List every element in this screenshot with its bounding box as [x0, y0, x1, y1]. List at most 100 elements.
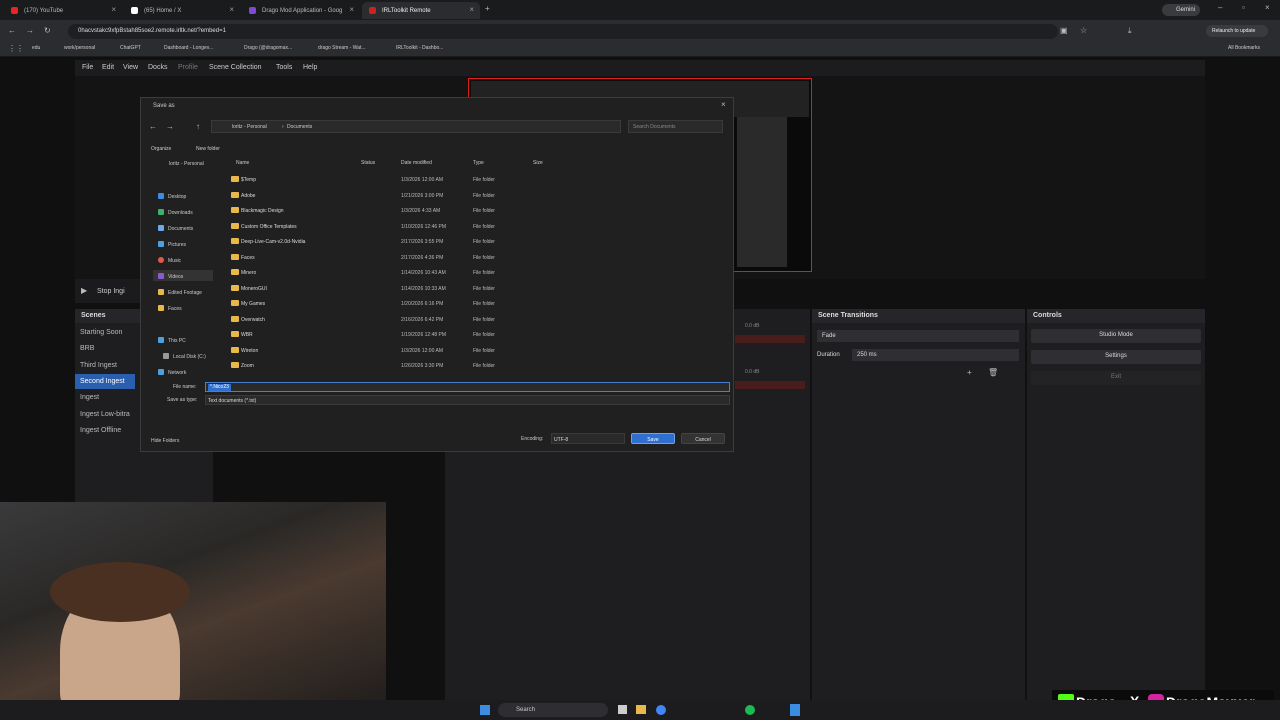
taskbar-search[interactable]: Search [498, 703, 608, 717]
menu-view[interactable]: View [123, 64, 138, 71]
col-status[interactable]: Status [361, 160, 375, 166]
scene-item[interactable]: Ingest Offline [80, 427, 121, 434]
menu-tools[interactable]: Tools [276, 64, 292, 71]
settings-button[interactable]: Settings [1031, 350, 1201, 364]
breadcrumb-item[interactable]: loritz - Personal [232, 124, 267, 130]
nav-pictures[interactable]: Pictures [158, 241, 186, 248]
scene-item[interactable]: Ingest [80, 394, 99, 401]
maximize-icon[interactable]: ▫ [1242, 3, 1245, 12]
organize-button[interactable]: Organize [151, 146, 171, 152]
file-row[interactable]: Custom Office Templates 1/10/2026 12:46 P… [229, 221, 629, 233]
nav-this-pc[interactable]: This PC [158, 337, 186, 344]
col-size[interactable]: Size [533, 160, 543, 166]
file-row[interactable]: Faces 2/17/2026 4:36 PM File folder [229, 252, 629, 264]
file-explorer-icon[interactable] [636, 705, 646, 714]
task-view-icon[interactable] [618, 705, 627, 714]
type-select[interactable]: Text documents (*.txt) [205, 395, 730, 405]
file-row[interactable]: Adobe 1/21/2026 3:00 PM File folder [229, 190, 629, 202]
play-icon[interactable]: ▶ [81, 286, 87, 295]
notepad-icon[interactable] [790, 704, 800, 716]
col-type[interactable]: Type [473, 160, 484, 166]
forward-icon[interactable]: → [26, 26, 34, 35]
breadcrumb[interactable]: loritz - Personal › Documents [211, 120, 621, 133]
bookmark-work[interactable]: work/personal [64, 45, 95, 51]
encoding-select[interactable]: UTF-8 [551, 433, 625, 444]
bookmark-edu[interactable]: edu [32, 45, 40, 51]
menu-file[interactable]: File [82, 64, 93, 71]
spotify-icon[interactable] [745, 705, 755, 715]
bookmark-chatgpt[interactable]: ChatGPT [120, 45, 141, 51]
nav-music[interactable]: Music [158, 257, 181, 264]
back-icon[interactable]: ← [8, 26, 16, 35]
apps-icon[interactable]: ⋮⋮ [8, 44, 24, 53]
back-icon[interactable]: ← [149, 122, 157, 131]
scene-item[interactable]: BRB [80, 345, 94, 352]
forward-icon[interactable]: → [166, 122, 174, 131]
file-row[interactable]: Wireton 1/3/2026 12:00 AM File folder [229, 345, 629, 357]
profile-chip[interactable]: Gemini [1162, 4, 1200, 16]
star-icon[interactable]: ☆ [1080, 26, 1087, 35]
new-tab-icon[interactable]: + [485, 4, 490, 13]
tab-mod-application[interactable]: Drago Mod Application - Goog × [242, 2, 360, 19]
nav-edited-footage[interactable]: Edited Footage [158, 289, 202, 296]
menu-edit[interactable]: Edit [102, 64, 114, 71]
file-row[interactable]: Minero 1/14/2026 10:43 AM File folder [229, 267, 629, 279]
transition-select[interactable]: Fade [817, 330, 1019, 342]
minimize-icon[interactable]: – [1218, 3, 1222, 12]
bookmark-stream[interactable]: drago Stream - Wat... [318, 45, 366, 51]
nav-local-disk[interactable]: Local Disk (C:) [163, 353, 206, 360]
bookmark-drago[interactable]: Drago (@dragomax... [244, 45, 292, 51]
nav-videos[interactable]: Videos [158, 273, 183, 280]
file-row[interactable]: $Temp 1/3/2026 12:00 AM File folder [229, 174, 629, 186]
search-input[interactable]: Search Documents [628, 120, 723, 133]
scene-item[interactable]: Starting Soon [80, 329, 122, 336]
duration-input[interactable]: 250 ms [852, 349, 1019, 361]
chrome-icon[interactable] [656, 705, 666, 715]
save-button[interactable]: Save [631, 433, 675, 444]
nav-faces[interactable]: Faces [158, 305, 182, 312]
file-row[interactable]: Zoom 1/26/2026 3:30 PM File folder [229, 360, 629, 372]
close-icon[interactable]: × [721, 100, 726, 109]
close-icon[interactable]: × [111, 5, 116, 14]
bookmark-irltoolkit[interactable]: IRLToolkit - Dashbo... [396, 45, 443, 51]
scene-item[interactable]: Ingest Low-bitra [80, 411, 130, 418]
file-row[interactable]: Deep-Live-Cam-v2.0d-Nvidia 2/17/2026 3:55… [229, 236, 629, 248]
download-icon[interactable]: ⤓ [1128, 26, 1132, 36]
exit-button[interactable]: Exit [1031, 371, 1201, 385]
filename-input[interactable]: *.Nico23 [205, 382, 730, 392]
close-icon[interactable]: × [349, 5, 354, 14]
address-bar[interactable]: 0hacvstakc9xfpBstah85soe2.remote.irltk.n… [68, 24, 1058, 39]
scene-item-active[interactable]: Second Ingest [80, 378, 125, 385]
relaunch-button[interactable]: Relaunch to update [1206, 25, 1268, 37]
cancel-button[interactable]: Cancel [681, 433, 725, 444]
close-window-icon[interactable]: × [1265, 3, 1270, 12]
file-row[interactable]: Overwatch 2/16/2026 6:42 PM File folder [229, 314, 629, 326]
trash-icon[interactable]: 🗑 [988, 368, 998, 377]
bookmark-dashboard[interactable]: Dashboard - Longev... [164, 45, 213, 51]
nav-downloads[interactable]: Downloads [158, 209, 193, 216]
file-row[interactable]: Blackmagic Design 1/3/2026 4:33 AM File fo… [229, 205, 629, 217]
nav-desktop[interactable]: Desktop [158, 193, 186, 200]
nav-documents[interactable]: Documents [158, 225, 193, 232]
nav-personal[interactable]: loritz - Personal [169, 161, 204, 167]
studio-mode-button[interactable]: Studio Mode [1031, 329, 1201, 343]
scene-item[interactable]: Third Ingest [80, 362, 117, 369]
col-date[interactable]: Date modified [401, 160, 432, 166]
breadcrumb-item[interactable]: Documents [287, 124, 312, 130]
reload-icon[interactable]: ↻ [44, 26, 51, 35]
new-folder-button[interactable]: New folder [196, 146, 220, 152]
up-icon[interactable]: ↑ [196, 122, 200, 131]
windows-start-icon[interactable] [480, 705, 490, 715]
col-name[interactable]: Name [236, 160, 249, 166]
tab-irltoolkit[interactable]: IRLToolkit Remote × [362, 2, 480, 19]
nav-network[interactable]: Network [158, 369, 186, 376]
tab-x-home[interactable]: (65) Home / X × [124, 2, 240, 19]
hide-folders-button[interactable]: Hide Folders [151, 438, 179, 444]
close-icon[interactable]: × [469, 5, 474, 14]
tab-youtube[interactable]: (170) YouTube × [4, 2, 122, 19]
close-icon[interactable]: × [229, 5, 234, 14]
menu-docks[interactable]: Docks [148, 64, 167, 71]
menu-help[interactable]: Help [303, 64, 317, 71]
all-bookmarks[interactable]: All Bookmarks [1228, 45, 1260, 51]
menu-scene-collection[interactable]: Scene Collection [209, 64, 262, 71]
